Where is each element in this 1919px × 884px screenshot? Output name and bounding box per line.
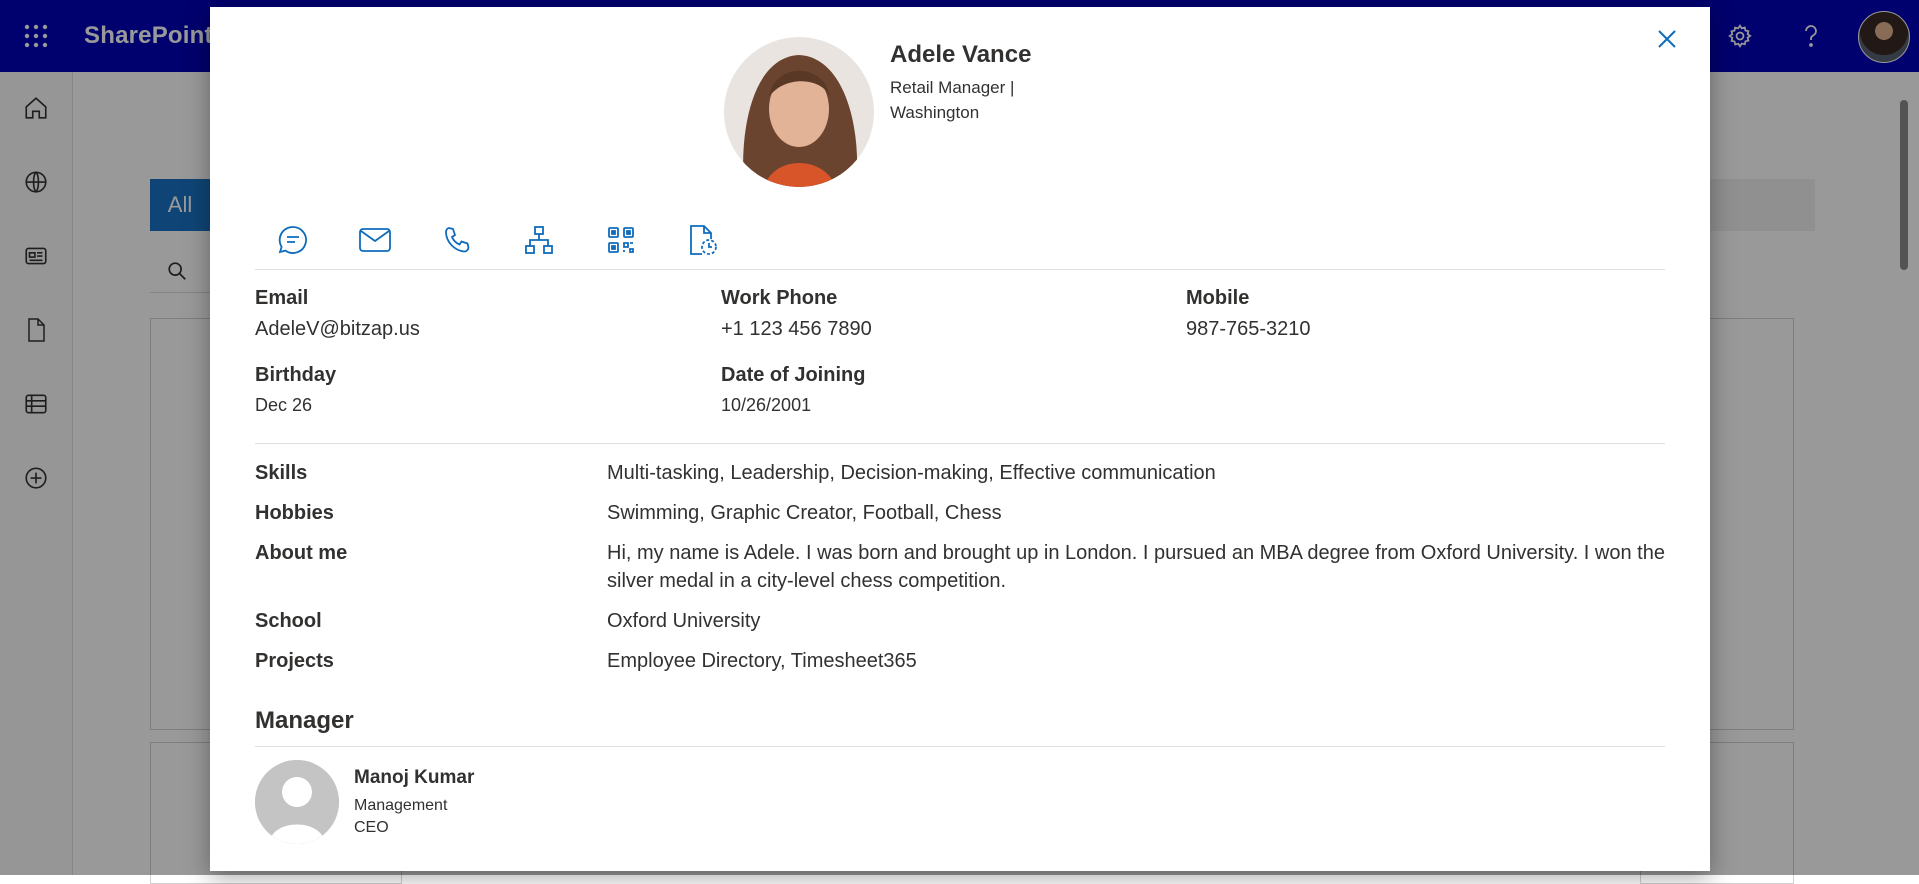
birthday-label: Birthday: [255, 364, 337, 386]
projects-label: Projects: [255, 650, 334, 672]
mail-icon: [359, 228, 391, 252]
joining-date-label: Date of Joining: [721, 364, 866, 386]
manager-avatar[interactable]: [255, 760, 339, 844]
email-label: Email: [255, 287, 309, 309]
school-value: Oxford University: [607, 610, 761, 632]
skills-label: Skills: [255, 462, 308, 484]
work-phone-label: Work Phone: [721, 287, 838, 309]
org-chart-icon: [525, 226, 553, 254]
divider: [255, 443, 1665, 444]
work-phone-value[interactable]: +1 123 456 7890: [721, 318, 872, 341]
phone-icon: [445, 227, 470, 253]
birthday-value: Dec 26: [255, 395, 313, 415]
profile-photo: [724, 37, 874, 187]
hobbies-label: Hobbies: [255, 502, 334, 524]
profile-dialog: Adele Vance Retail Manager | Washington: [210, 7, 1710, 871]
profile-name: Adele Vance: [890, 41, 1032, 68]
mobile-label: Mobile: [1186, 287, 1250, 309]
mobile-value[interactable]: 987-765-3210: [1186, 318, 1311, 341]
divider: [255, 746, 1665, 747]
manager-section-title: Manager: [255, 707, 354, 734]
skills-value: Multi-tasking, Leadership, Decision-maki…: [607, 462, 1216, 484]
profile-location: Washington: [890, 103, 980, 122]
about-me-label: About me: [255, 542, 348, 564]
manager-role: CEO: [354, 819, 389, 836]
profile-subtitle: Retail Manager | Washington: [890, 75, 1050, 125]
about-me-value: Hi, my name is Adele. I was born and bro…: [607, 542, 1665, 592]
divider: [255, 269, 1665, 270]
call-button[interactable]: [434, 217, 480, 263]
profile-job-title: Retail Manager |: [890, 78, 1015, 97]
joining-date-value: 10/26/2001: [721, 395, 812, 415]
org-chart-button[interactable]: [516, 217, 562, 263]
qr-code-button[interactable]: [598, 217, 644, 263]
chat-icon: [278, 226, 307, 254]
qr-code-icon: [608, 227, 634, 253]
school-label: School: [255, 610, 322, 632]
email-value[interactable]: AdeleV@bitzap.us: [255, 318, 420, 341]
close-button[interactable]: [1650, 22, 1684, 56]
hobbies-value: Swimming, Graphic Creator, Football, Che…: [607, 502, 1002, 524]
chat-button[interactable]: [270, 217, 316, 263]
projects-value: Employee Directory, Timesheet365: [607, 650, 917, 672]
action-toolbar: [270, 217, 762, 263]
close-icon: [1658, 30, 1676, 48]
manager-department: Management: [354, 797, 448, 814]
timesheet-button[interactable]: [680, 217, 726, 263]
email-button[interactable]: [352, 217, 398, 263]
timesheet-icon: [690, 225, 717, 255]
manager-name[interactable]: Manoj Kumar: [354, 767, 474, 789]
